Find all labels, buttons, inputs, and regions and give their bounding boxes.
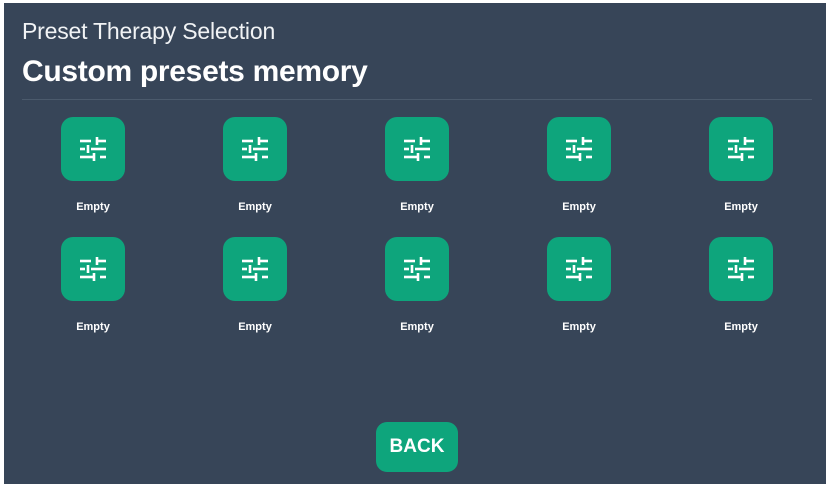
preset-slot-1[interactable]: Empty [28, 115, 158, 227]
tune-sliders-icon[interactable] [385, 117, 449, 181]
tune-sliders-icon[interactable] [547, 117, 611, 181]
tune-sliders-icon[interactable] [709, 237, 773, 301]
tune-sliders-icon[interactable] [61, 117, 125, 181]
preset-slot-5[interactable]: Empty [676, 115, 806, 227]
tune-sliders-icon[interactable] [385, 237, 449, 301]
tune-sliders-icon[interactable] [223, 117, 287, 181]
tune-sliders-icon[interactable] [709, 117, 773, 181]
preset-slot-8[interactable]: Empty [352, 235, 482, 347]
preset-slot-label: Empty [400, 201, 434, 213]
preset-slot-6[interactable]: Empty [28, 235, 158, 347]
preset-slot-label: Empty [238, 201, 272, 213]
preset-slot-4[interactable]: Empty [514, 115, 644, 227]
tune-sliders-icon[interactable] [61, 237, 125, 301]
page-subtitle: Preset Therapy Selection [22, 18, 276, 44]
preset-slot-label: Empty [76, 201, 110, 213]
preset-slot-7[interactable]: Empty [190, 235, 320, 347]
preset-slot-2[interactable]: Empty [190, 115, 320, 227]
preset-slot-3[interactable]: Empty [352, 115, 482, 227]
page-title: Custom presets memory [22, 55, 368, 88]
back-button[interactable]: BACK [376, 422, 458, 472]
preset-slot-label: Empty [400, 321, 434, 333]
preset-grid: Empty Empty Empty Empty Empty Empty Empt… [28, 115, 804, 347]
preset-slot-label: Empty [562, 321, 596, 333]
tune-sliders-icon[interactable] [223, 237, 287, 301]
preset-selection-screen: Preset Therapy Selection Custom presets … [4, 3, 826, 484]
preset-slot-label: Empty [724, 201, 758, 213]
preset-slot-9[interactable]: Empty [514, 235, 644, 347]
tune-sliders-icon[interactable] [547, 237, 611, 301]
preset-slot-label: Empty [76, 321, 110, 333]
preset-slot-label: Empty [238, 321, 272, 333]
preset-slot-label: Empty [562, 201, 596, 213]
preset-slot-label: Empty [724, 321, 758, 333]
preset-slot-10[interactable]: Empty [676, 235, 806, 347]
header-divider [22, 99, 812, 100]
